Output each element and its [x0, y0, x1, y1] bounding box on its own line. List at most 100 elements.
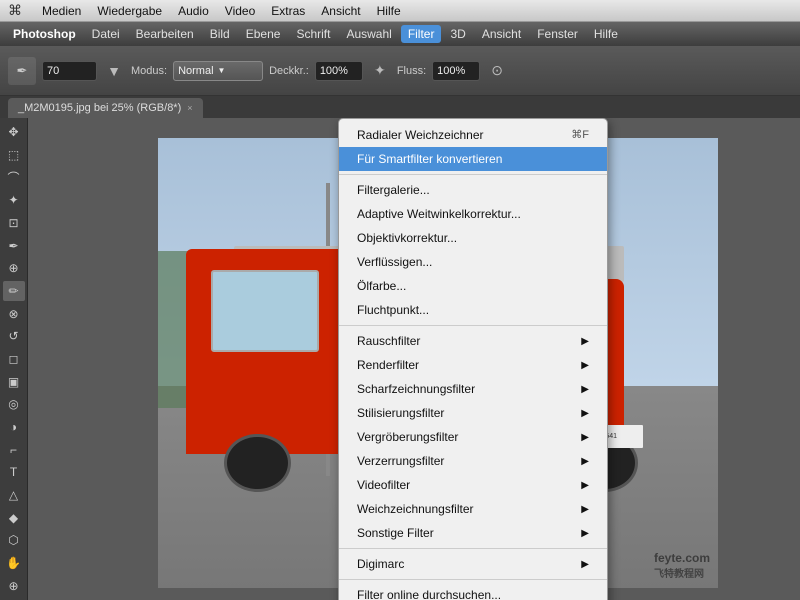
menu-item-radialer-label: Radialer Weichzeichner	[357, 126, 484, 144]
tool-path[interactable]: △	[3, 485, 25, 506]
app-menubar: Photoshop Datei Bearbeiten Bild Ebene Sc…	[0, 22, 800, 46]
menu-ebene[interactable]: Ebene	[239, 25, 288, 43]
menu-item-rauschfilter[interactable]: Rauschfilter ▶	[339, 329, 607, 353]
menu-item-online-label: Filter online durchsuchen...	[357, 586, 501, 600]
tab-close-icon[interactable]: ×	[187, 103, 192, 113]
menu-hilfe[interactable]: Hilfe	[587, 25, 625, 43]
menu-item-verfluessigen[interactable]: Verflüssigen...	[339, 250, 607, 274]
modus-select[interactable]: Normal ▼	[173, 61, 263, 81]
menu-filter[interactable]: Filter	[401, 25, 442, 43]
brush-size-input[interactable]: 70	[42, 61, 97, 81]
os-menubar: ⌘ Medien Wiedergabe Audio Video Extras A…	[0, 0, 800, 22]
tab-label: _M2M0195.jpg bei 25% (RGB/8*)	[18, 102, 181, 114]
menu-item-verzerrung[interactable]: Verzerrungsfilter ▶	[339, 449, 607, 473]
submenu-arrow-icon: ▶	[581, 478, 589, 493]
submenu-arrow-icon: ▶	[581, 526, 589, 541]
tool-lasso[interactable]: ⌒	[3, 167, 25, 188]
menu-item-filtergalerie[interactable]: Filtergalerie...	[339, 178, 607, 202]
menu-item-sonstige-label: Sonstige Filter	[357, 524, 434, 542]
os-menu-video[interactable]: Video	[217, 2, 263, 20]
os-menu-extras[interactable]: Extras	[263, 2, 313, 20]
tool-heal[interactable]: ⊕	[3, 258, 25, 279]
menu-item-digimarc-label: Digimarc	[357, 555, 404, 573]
watermark-line1: feyte.com	[654, 551, 710, 565]
tool-pen[interactable]: ⌐	[3, 439, 25, 460]
menu-item-scharfzeichnung-label: Scharfzeichnungsfilter	[357, 380, 475, 398]
submenu-arrow-icon: ▶	[581, 406, 589, 421]
menu-item-adaptive[interactable]: Adaptive Weitwinkelkorrektur...	[339, 202, 607, 226]
menu-schrift[interactable]: Schrift	[289, 25, 337, 43]
fluss-input[interactable]: 100%	[432, 61, 480, 81]
menu-ansicht[interactable]: Ansicht	[475, 25, 528, 43]
tool-hand[interactable]: ✋	[3, 553, 25, 574]
submenu-arrow-icon: ▶	[581, 557, 589, 572]
menu-item-oelfarbe[interactable]: Ölfarbe...	[339, 274, 607, 298]
tool-gradient[interactable]: ▣	[3, 371, 25, 392]
tool-magic[interactable]: ✦	[3, 190, 25, 211]
menu-bild[interactable]: Bild	[203, 25, 237, 43]
filter-menu[interactable]: Radialer Weichzeichner ⌘F Für Smartfilte…	[338, 118, 608, 600]
menu-datei[interactable]: Datei	[85, 25, 127, 43]
menu-item-smartfilter[interactable]: Für Smartfilter konvertieren	[339, 147, 607, 171]
tool-dodge[interactable]: ◑	[3, 417, 25, 438]
tool-history[interactable]: ↺	[3, 326, 25, 347]
menu-item-videofilter[interactable]: Videofilter ▶	[339, 473, 607, 497]
menu-item-renderfilter-label: Renderfilter	[357, 356, 419, 374]
os-menu-wiedergabe[interactable]: Wiedergabe	[89, 2, 170, 20]
menu-item-sonstige[interactable]: Sonstige Filter ▶	[339, 521, 607, 545]
airbrush-icon[interactable]: ⊙	[486, 60, 508, 82]
menu-auswahl[interactable]: Auswahl	[339, 25, 398, 43]
brush-tool-icon[interactable]: ✒	[8, 57, 36, 85]
menu-item-fluchtpunkt-label: Fluchtpunkt...	[357, 301, 429, 319]
tool-3d[interactable]: ⬡	[3, 530, 25, 551]
os-menu-ansicht[interactable]: Ansicht	[313, 2, 368, 20]
menu-item-objektivkorrektur[interactable]: Objektivkorrektur...	[339, 226, 607, 250]
tool-crop[interactable]: ⊡	[3, 213, 25, 234]
menu-item-renderfilter[interactable]: Renderfilter ▶	[339, 353, 607, 377]
menu-3d[interactable]: 3D	[443, 25, 472, 43]
tool-text[interactable]: T	[3, 462, 25, 483]
menu-item-radialer[interactable]: Radialer Weichzeichner ⌘F	[339, 123, 607, 147]
menu-item-filtergalerie-label: Filtergalerie...	[357, 181, 430, 199]
tool-shape[interactable]: ◆	[3, 507, 25, 528]
document-tab[interactable]: _M2M0195.jpg bei 25% (RGB/8*) ×	[8, 98, 203, 118]
menu-item-scharfzeichnung[interactable]: Scharfzeichnungsfilter ▶	[339, 377, 607, 401]
menu-item-radialer-shortcut: ⌘F	[571, 127, 589, 144]
truck-wheel-left	[224, 434, 291, 493]
menu-item-fluchtpunkt[interactable]: Fluchtpunkt...	[339, 298, 607, 322]
truck-cabin	[186, 249, 353, 454]
menu-item-stilisierung-label: Stilisierungsfilter	[357, 404, 444, 422]
menu-item-stilisierung[interactable]: Stilisierungsfilter ▶	[339, 401, 607, 425]
submenu-arrow-icon: ▶	[581, 358, 589, 373]
menu-item-videofilter-label: Videofilter	[357, 476, 410, 494]
tool-select[interactable]: ⬚	[3, 145, 25, 166]
pressure-icon[interactable]: ✦	[369, 60, 391, 82]
menu-separator-3	[339, 548, 607, 549]
menu-item-weichzeichnung[interactable]: Weichzeichnungsfilter ▶	[339, 497, 607, 521]
menu-item-vergroberung[interactable]: Vergröberungsfilter ▶	[339, 425, 607, 449]
tool-move[interactable]: ✥	[3, 122, 25, 143]
os-menu-hilfe[interactable]: Hilfe	[369, 2, 409, 20]
tool-eraser[interactable]: ◻	[3, 349, 25, 370]
menu-item-objektivkorrektur-label: Objektivkorrektur...	[357, 229, 457, 247]
menu-bearbeiten[interactable]: Bearbeiten	[129, 25, 201, 43]
tool-zoom[interactable]: ⊕	[3, 575, 25, 596]
os-menu-medien[interactable]: Medien	[34, 2, 89, 20]
submenu-arrow-icon: ▶	[581, 502, 589, 517]
apple-logo-icon[interactable]: ⌘	[8, 2, 22, 19]
menu-item-smartfilter-label: Für Smartfilter konvertieren	[357, 150, 502, 168]
watermark-line2: 飞特教程网	[654, 565, 710, 580]
brush-preset-icon[interactable]: ▼	[103, 60, 125, 82]
toolbar: ✒ 70 ▼ Modus: Normal ▼ Deckkr.: 100% ✦ F…	[0, 46, 800, 96]
tool-brush[interactable]: ✏	[3, 281, 25, 302]
tool-stamp[interactable]: ⊗	[3, 303, 25, 324]
deckkkr-input[interactable]: 100%	[315, 61, 363, 81]
menu-item-digimarc[interactable]: Digimarc ▶	[339, 552, 607, 576]
tool-blur[interactable]: ◎	[3, 394, 25, 415]
tab-bar: _M2M0195.jpg bei 25% (RGB/8*) ×	[0, 96, 800, 118]
tool-eyedropper[interactable]: ✒	[3, 235, 25, 256]
menu-separator-1	[339, 174, 607, 175]
os-menu-audio[interactable]: Audio	[170, 2, 217, 20]
menu-fenster[interactable]: Fenster	[530, 25, 585, 43]
menu-item-online[interactable]: Filter online durchsuchen...	[339, 583, 607, 600]
